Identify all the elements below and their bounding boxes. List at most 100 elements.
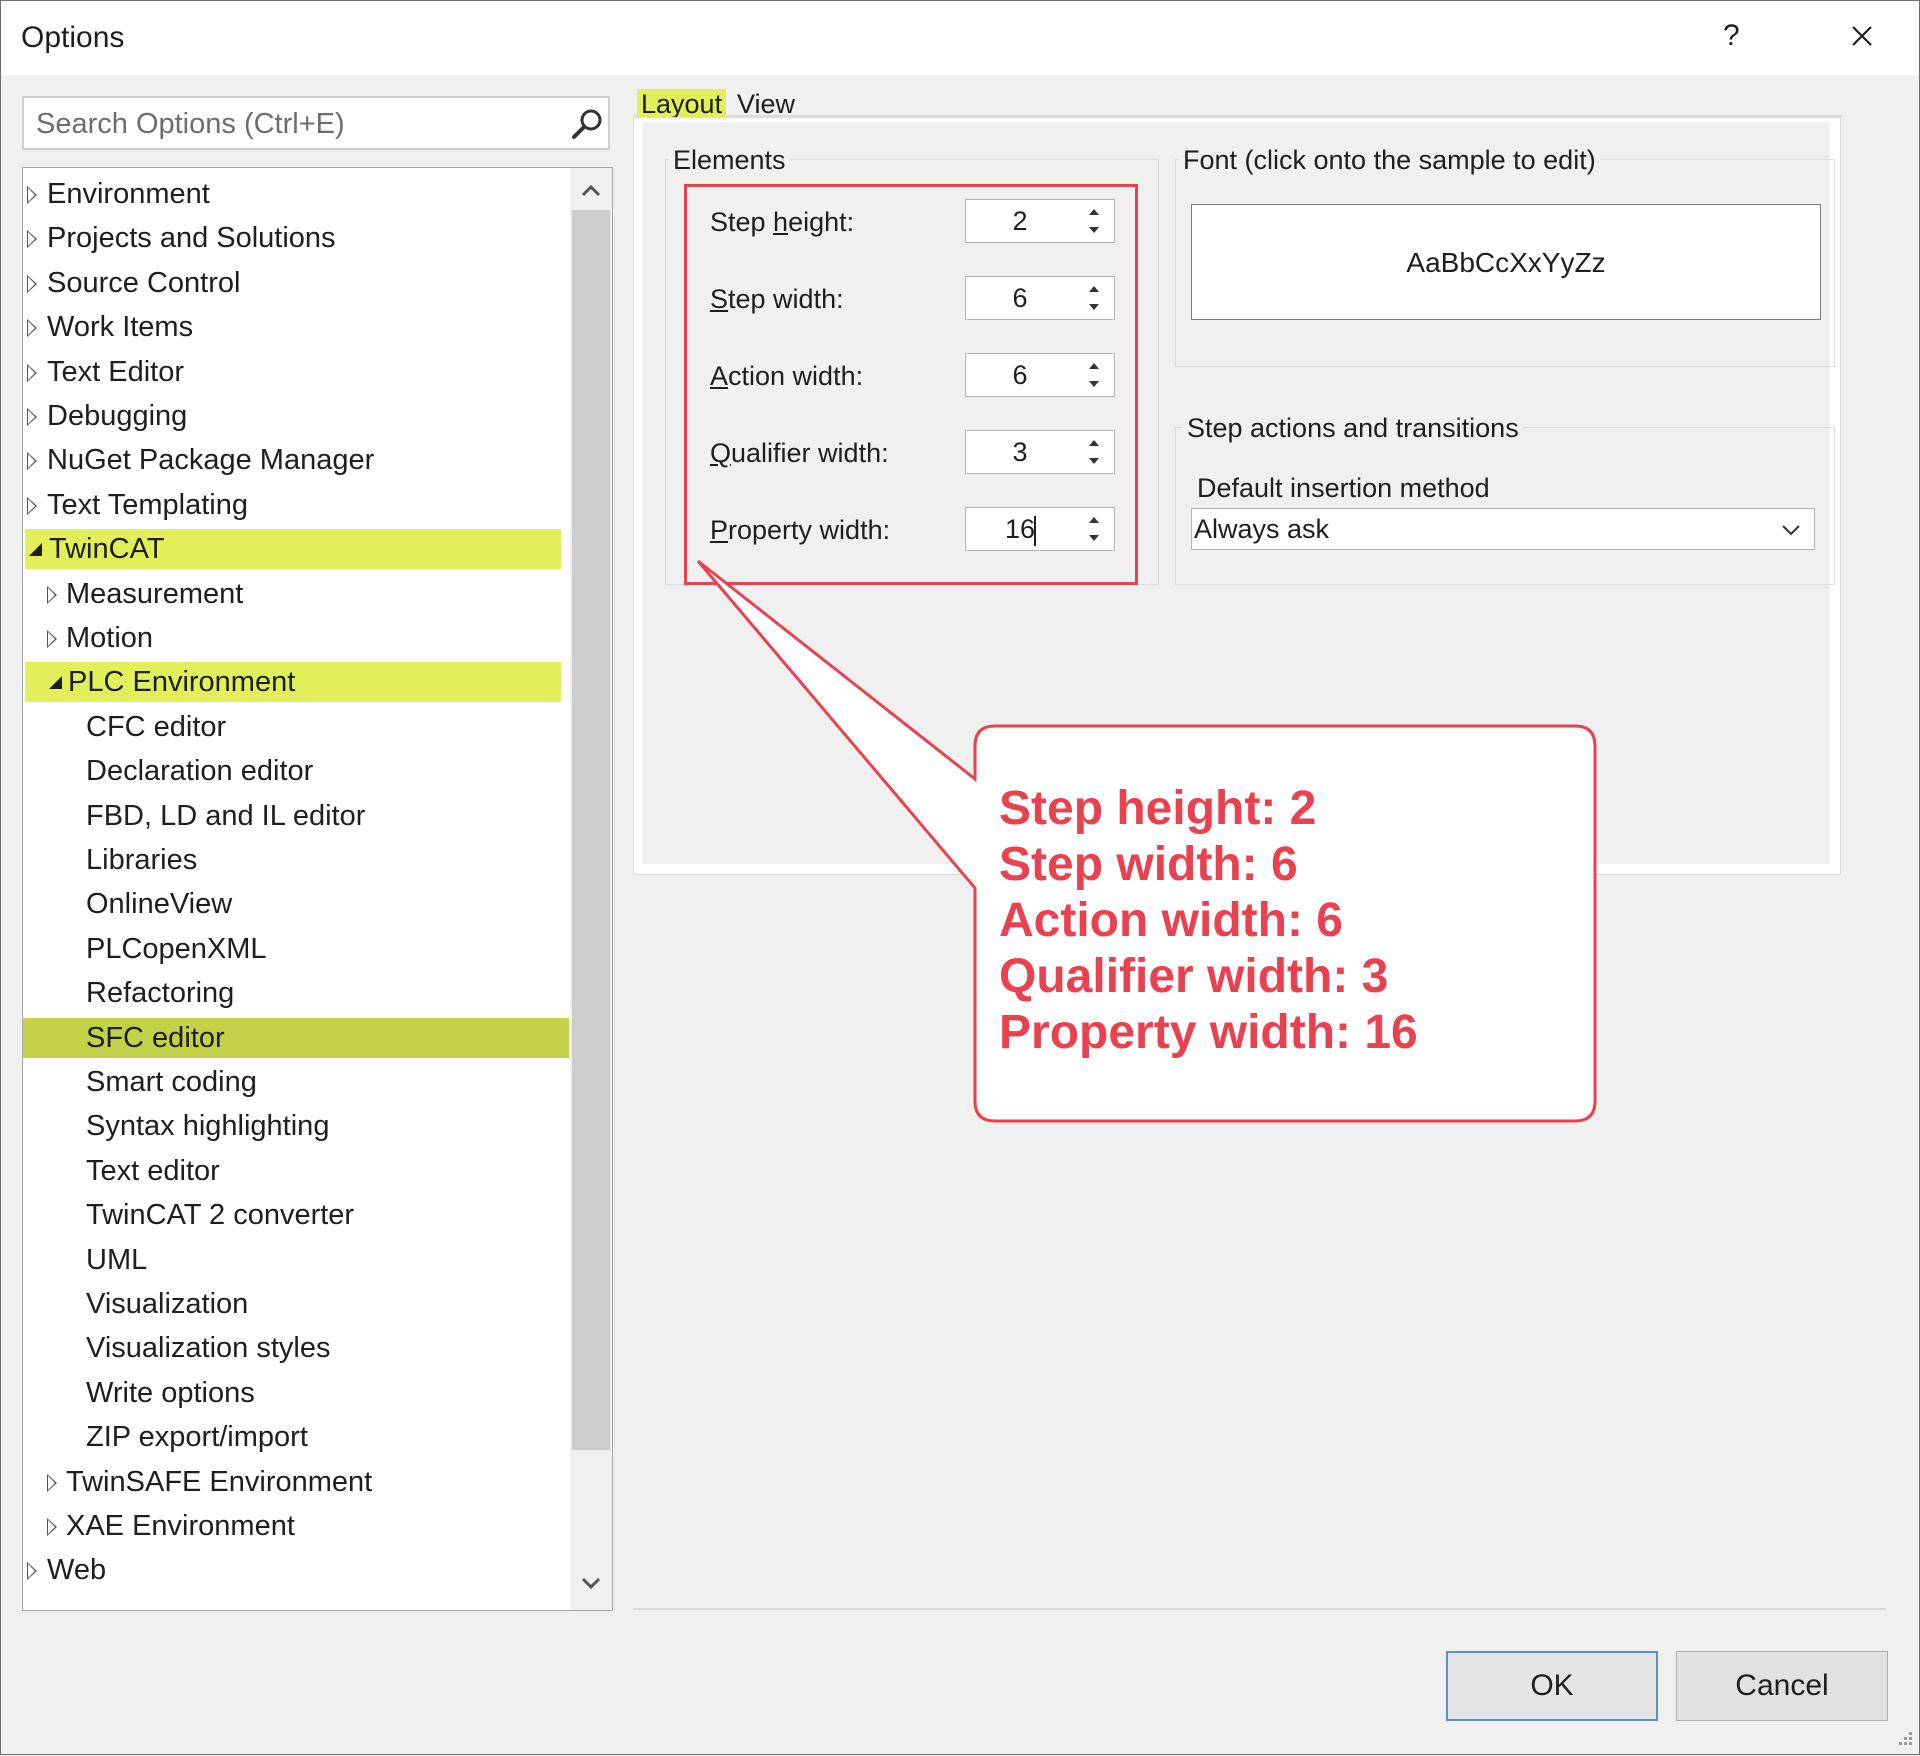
window-title: Options xyxy=(21,21,125,54)
tree-item[interactable]: CFC editor xyxy=(23,707,563,747)
cancel-button[interactable]: Cancel xyxy=(1676,1651,1888,1721)
annotation-highlight-box xyxy=(684,184,1138,585)
bottom-separator xyxy=(633,1608,1886,1610)
tree-item-label: Web xyxy=(47,1554,107,1587)
callout-line: Qualifier width: 3 xyxy=(999,950,1389,1003)
search-icon[interactable] xyxy=(570,106,606,142)
tree-item[interactable]: FBD, LD and IL editor xyxy=(23,796,563,836)
tree-item[interactable]: Web xyxy=(23,1550,563,1590)
expanded-arrow-icon[interactable] xyxy=(49,676,62,690)
tree-item[interactable]: Text Templating xyxy=(23,485,563,525)
tree-item[interactable]: SFC editor xyxy=(23,1017,569,1058)
tree-item[interactable]: Libraries xyxy=(23,840,563,880)
tab-view[interactable]: View xyxy=(737,89,795,119)
collapsed-arrow-icon[interactable] xyxy=(27,230,37,249)
collapsed-arrow-icon[interactable] xyxy=(27,274,37,293)
tree-item-label: XAE Environment xyxy=(66,1510,295,1542)
font-sample[interactable]: AaBbCcXxYyZz xyxy=(1191,204,1821,320)
tree-item-label: Visualization styles xyxy=(86,1332,331,1365)
tree-item-label: PLCopenXML xyxy=(86,932,267,965)
tree-item[interactable]: ZIP export/import xyxy=(23,1417,563,1457)
search-box xyxy=(22,96,610,150)
tree-item[interactable]: Smart coding xyxy=(23,1062,563,1102)
tree-item[interactable]: Environment xyxy=(23,174,563,214)
collapsed-arrow-icon[interactable] xyxy=(27,408,37,426)
tree-scrollbar[interactable] xyxy=(570,168,612,1610)
tree-item[interactable]: PLCopenXML xyxy=(23,929,563,969)
scroll-down-icon[interactable] xyxy=(578,1570,604,1596)
collapsed-arrow-icon[interactable] xyxy=(27,1562,37,1581)
scroll-thumb[interactable] xyxy=(572,210,610,1450)
title-bar: Options ? xyxy=(1,1,1919,75)
tree-item[interactable]: Projects and Solutions xyxy=(23,218,563,258)
help-button[interactable]: ? xyxy=(1723,19,1740,53)
font-group-title: Font (click onto the sample to edit) xyxy=(1179,145,1600,176)
tree-item[interactable]: TwinCAT 2 converter xyxy=(23,1195,563,1235)
tree-item[interactable]: Work Items xyxy=(23,307,563,347)
tree-item[interactable]: NuGet Package Manager xyxy=(23,440,563,480)
collapsed-arrow-icon[interactable] xyxy=(27,452,37,471)
tree-item[interactable]: Refactoring xyxy=(23,973,563,1013)
callout-line: Action width: 6 xyxy=(999,894,1343,947)
tree-item-label: Smart coding xyxy=(86,1066,257,1098)
close-icon[interactable] xyxy=(1843,17,1879,53)
tree-item[interactable]: Visualization styles xyxy=(23,1328,563,1368)
tree-item-label: Visualization xyxy=(86,1288,249,1320)
tree-item-label: Text editor xyxy=(86,1154,220,1187)
tree-item[interactable]: TwinCAT xyxy=(25,529,561,570)
collapsed-arrow-icon[interactable] xyxy=(47,585,57,604)
tree-item[interactable]: PLC Environment xyxy=(25,662,561,703)
tree-item[interactable]: TwinSAFE Environment xyxy=(23,1462,563,1502)
tree-item[interactable]: Text editor xyxy=(23,1151,563,1191)
tree-item-label: Write options xyxy=(86,1376,255,1409)
tree-item[interactable]: Text Editor xyxy=(23,352,563,392)
tree-item-label: Libraries xyxy=(86,844,198,876)
scroll-up-icon[interactable] xyxy=(578,178,604,204)
tree-item-label: Refactoring xyxy=(86,977,235,1010)
collapsed-arrow-icon[interactable] xyxy=(27,496,37,515)
collapsed-arrow-icon[interactable] xyxy=(27,319,37,338)
callout-line: Property width: 16 xyxy=(999,1006,1418,1059)
tree-item-label: PLC Environment xyxy=(68,666,296,699)
tree-item-label: Motion xyxy=(66,622,154,654)
tree-item[interactable]: Motion xyxy=(23,618,563,658)
step-actions-group-box xyxy=(1175,427,1835,585)
chevron-down-icon[interactable] xyxy=(1780,519,1802,541)
tree-item-label: FBD, LD and IL editor xyxy=(86,799,366,832)
resize-grip-icon[interactable] xyxy=(1893,1728,1915,1750)
tree-item-label: Debugging xyxy=(47,400,188,432)
callout-text: Step height: 2 Step width: 6 Action widt… xyxy=(999,781,1418,1061)
tree-item[interactable]: Source Control xyxy=(23,263,563,303)
ok-button[interactable]: OK xyxy=(1446,1651,1658,1721)
callout-line: Step width: 6 xyxy=(999,838,1298,891)
collapsed-arrow-icon[interactable] xyxy=(27,363,37,382)
tree-item[interactable]: Measurement xyxy=(23,574,563,614)
step-actions-group-title: Step actions and transitions xyxy=(1183,413,1523,444)
tree-item[interactable]: Syntax highlighting xyxy=(23,1106,563,1146)
tree-item-label: Syntax highlighting xyxy=(86,1110,330,1143)
tree-item[interactable]: UML xyxy=(23,1240,563,1280)
tree-item[interactable]: Declaration editor xyxy=(23,751,563,791)
insertion-method-label: Default insertion method xyxy=(1197,473,1490,503)
font-sample-text: AaBbCcXxYyZz xyxy=(1406,247,1606,278)
tree-item-label: Environment xyxy=(47,178,210,210)
tree-item[interactable]: OnlineView xyxy=(23,884,563,924)
tab-layout[interactable]: Layout xyxy=(637,89,727,119)
options-dialog: Options ? Environment Projects and Soluti… xyxy=(0,0,1920,1755)
tree-item-label: TwinSAFE Environment xyxy=(66,1465,373,1498)
collapsed-arrow-icon[interactable] xyxy=(47,630,57,648)
tree-item[interactable]: Write options xyxy=(23,1373,563,1413)
search-input[interactable] xyxy=(34,102,538,146)
insertion-method-dropdown[interactable]: Always ask xyxy=(1191,508,1815,550)
tree-item[interactable]: Visualization xyxy=(23,1284,563,1324)
collapsed-arrow-icon[interactable] xyxy=(47,1518,57,1536)
collapsed-arrow-icon[interactable] xyxy=(27,186,37,204)
expanded-arrow-icon[interactable] xyxy=(29,543,42,557)
collapsed-arrow-icon[interactable] xyxy=(47,1473,57,1492)
tree-item[interactable]: Debugging xyxy=(23,396,563,436)
tree-item-label: Text Templating xyxy=(47,488,248,521)
tree-item[interactable]: XAE Environment xyxy=(23,1506,563,1546)
insertion-method-value: Always ask xyxy=(1194,514,1330,544)
tree-item-label: OnlineView xyxy=(86,888,233,921)
tree-item-label: ZIP export/import xyxy=(86,1421,308,1454)
